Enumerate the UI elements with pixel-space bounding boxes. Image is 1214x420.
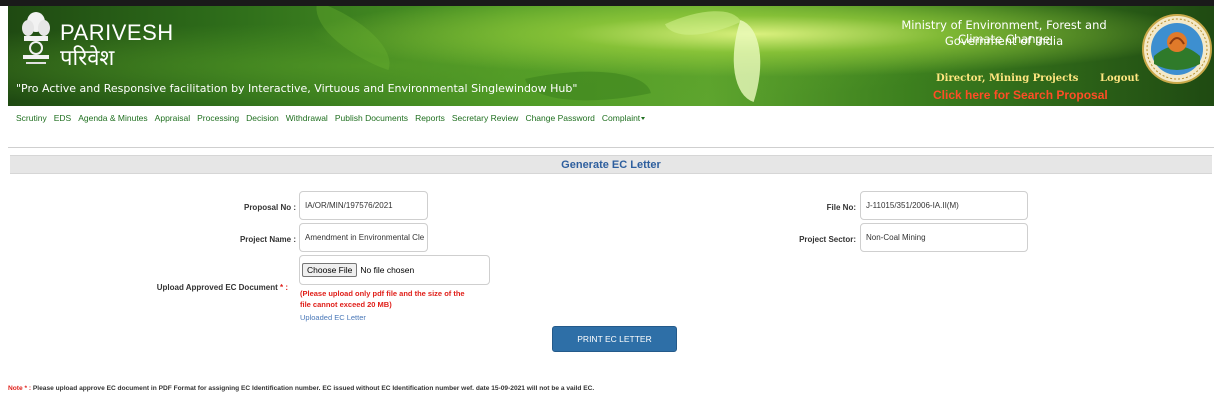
decorative-leaf (717, 19, 777, 103)
page-title-bar: Generate EC Letter (10, 155, 1212, 174)
ec-document-file-input[interactable]: Choose File No file chosen (299, 255, 490, 285)
nav-item-decision[interactable]: Decision (246, 113, 279, 123)
nav-item-complaint-label: Complaint (601, 113, 641, 123)
file-no-field: J-11015/351/2006-IA.II(M) (860, 191, 1028, 220)
nav-item-agenda-minutes[interactable]: Agenda & Minutes (78, 113, 147, 123)
uploaded-ec-letter-link[interactable]: Uploaded EC Letter (300, 313, 366, 322)
file-status-text: No file chosen (360, 265, 415, 275)
print-ec-letter-button[interactable]: PRINT EC LETTER (552, 326, 677, 352)
nav-item-eds[interactable]: EDS (54, 113, 71, 123)
nav-item-scrutiny[interactable]: Scrutiny (16, 113, 47, 123)
choose-file-button[interactable]: Choose File (302, 263, 358, 277)
project-name-field: Amendment in Environmental Cle (299, 223, 428, 252)
tagline: "Pro Active and Responsive facilitation … (16, 82, 578, 95)
upload-ec-label-text: Upload Approved EC Document (156, 283, 278, 292)
project-sector-field: Non-Coal Mining (860, 223, 1028, 252)
proposal-no-field: IA/OR/MIN/197576/2021 (299, 191, 428, 220)
main-navigation: Scrutiny EDS Agenda & Minutes Appraisal … (8, 106, 1214, 130)
decorative-leaf (303, 6, 403, 71)
nav-item-publish-documents[interactable]: Publish Documents (335, 113, 408, 123)
national-emblem-icon (22, 12, 50, 64)
nav-item-secretary-review[interactable]: Secretary Review (452, 113, 519, 123)
decorative-leaf (664, 6, 742, 52)
ec-note: Note * : Please upload approve EC docume… (8, 385, 594, 392)
section-divider (8, 147, 1214, 148)
upload-warning-text: (Please upload only pdf file and the siz… (300, 289, 465, 309)
file-no-label: File No: (826, 203, 856, 212)
nav-item-complaint[interactable]: Complaint (601, 113, 646, 123)
search-proposal-link[interactable]: Click here for Search Proposal (933, 88, 1108, 102)
page-title: Generate EC Letter (561, 158, 661, 171)
decorative-leaf (525, 53, 651, 106)
government-name: Government of India (944, 34, 1064, 48)
note-prefix: Note * : (8, 385, 32, 392)
note-text: Please upload approve EC document in PDF… (31, 385, 595, 392)
nav-item-reports[interactable]: Reports (415, 113, 445, 123)
upload-ec-label: Upload Approved EC Document * : (120, 283, 288, 292)
role-link[interactable]: Director, Mining Projects (936, 73, 1078, 84)
project-name-label: Project Name : (239, 235, 296, 244)
header-banner: PARIVESH परिवेश "Pro Active and Responsi… (8, 6, 1214, 106)
logout-link[interactable]: Logout (1100, 73, 1139, 84)
nav-item-appraisal[interactable]: Appraisal (155, 113, 190, 123)
caret-down-icon (641, 117, 646, 121)
required-marker: * : (280, 283, 288, 292)
proposal-no-label: Proposal No : (243, 203, 296, 212)
moefcc-logo-icon (1142, 14, 1212, 84)
brand-name-hindi: परिवेश (60, 46, 115, 71)
nav-item-processing[interactable]: Processing (197, 113, 239, 123)
project-sector-label: Project Sector: (799, 235, 856, 244)
nav-item-change-password[interactable]: Change Password (525, 113, 594, 123)
nav-item-withdrawal[interactable]: Withdrawal (286, 113, 328, 123)
